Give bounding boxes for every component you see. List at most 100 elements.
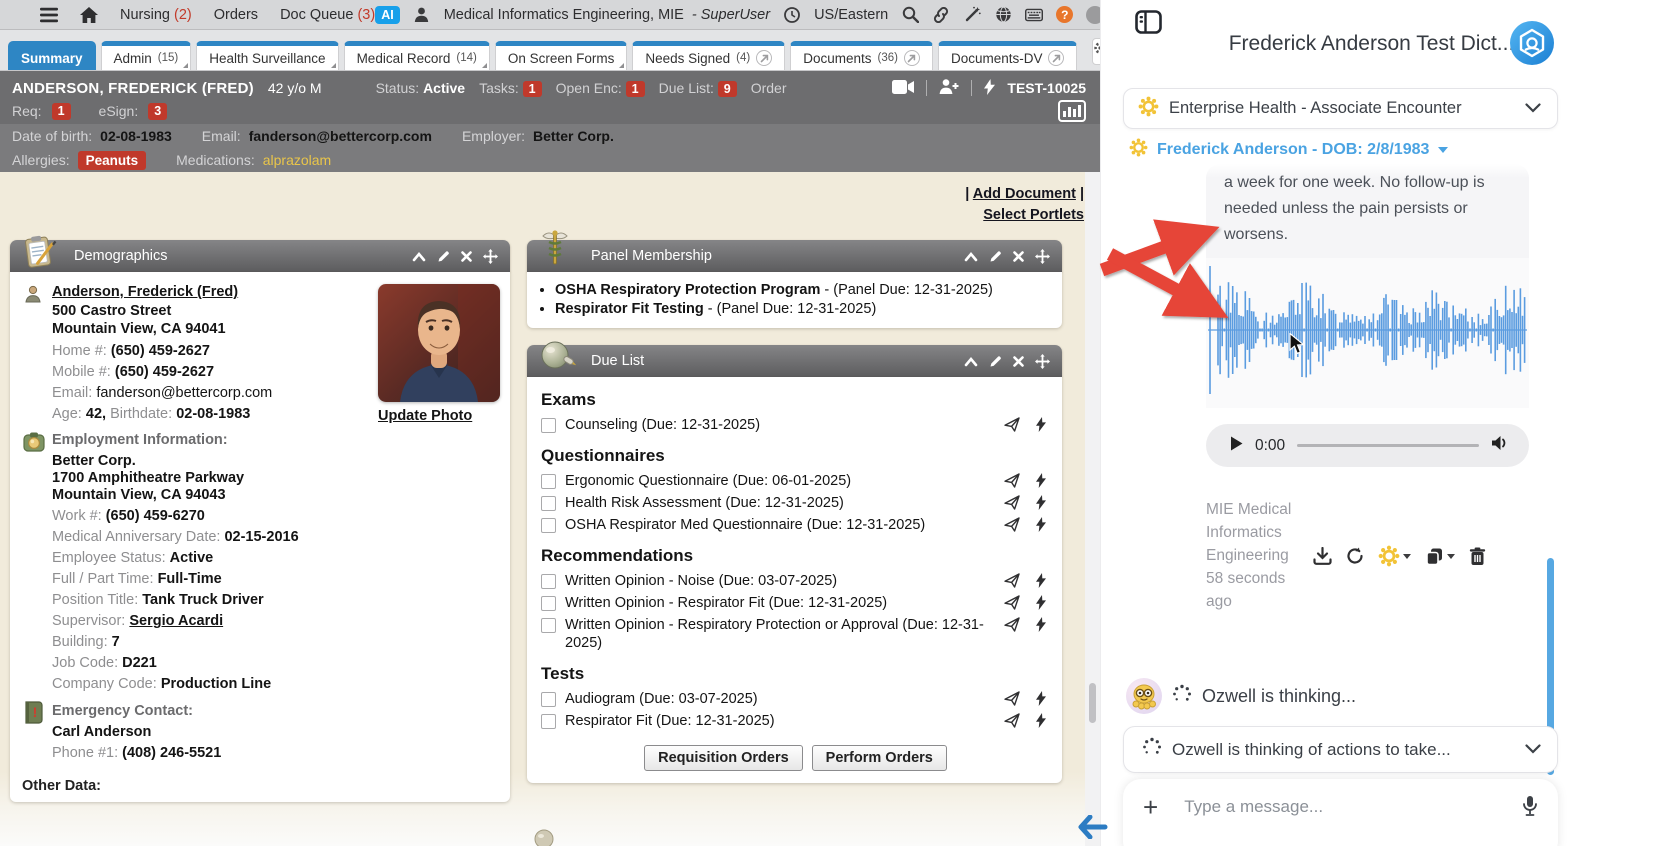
due-item-checkbox[interactable] bbox=[541, 596, 556, 611]
tab-documents-dv[interactable]: Documents-DV bbox=[938, 41, 1078, 70]
due-item-checkbox[interactable] bbox=[541, 574, 556, 589]
ozwell-logo[interactable] bbox=[1509, 20, 1555, 66]
collapse-icon[interactable] bbox=[964, 356, 978, 367]
chevron-down-icon[interactable] bbox=[1525, 100, 1541, 118]
quick-action-bolt-icon[interactable] bbox=[984, 79, 995, 98]
add-person-icon[interactable] bbox=[939, 79, 959, 97]
requisition-orders-button[interactable]: Requisition Orders bbox=[644, 745, 803, 771]
medications-value[interactable]: alprazolam bbox=[263, 152, 331, 168]
hamburger-menu-icon[interactable] bbox=[40, 6, 58, 24]
quick-order-bolt-icon[interactable] bbox=[1036, 691, 1046, 706]
due-list-count[interactable]: Due List: 9 bbox=[659, 80, 737, 97]
tab-health-surveillance[interactable]: Health Surveillance bbox=[196, 41, 338, 70]
regenerate-icon[interactable] bbox=[1346, 547, 1364, 565]
audio-waveform[interactable] bbox=[1206, 258, 1529, 408]
order-link[interactable]: Order bbox=[751, 80, 787, 96]
quick-order-bolt-icon[interactable] bbox=[1036, 573, 1046, 588]
due-item-checkbox[interactable] bbox=[541, 618, 556, 633]
due-item-checkbox[interactable] bbox=[541, 418, 556, 433]
gear-yellow-menu[interactable] bbox=[1378, 545, 1411, 567]
send-order-icon[interactable] bbox=[1004, 617, 1020, 632]
collapse-sidebar-arrow[interactable] bbox=[1078, 815, 1108, 844]
move-icon[interactable] bbox=[483, 249, 498, 264]
topnav-doc-queue[interactable]: Doc Queue (3) bbox=[280, 7, 375, 23]
help-icon[interactable]: ? bbox=[1056, 6, 1073, 23]
send-order-icon[interactable] bbox=[1004, 713, 1020, 728]
quick-order-bolt-icon[interactable] bbox=[1036, 473, 1046, 488]
topnav-nursing[interactable]: Nursing (2) bbox=[120, 7, 192, 23]
perform-orders-button[interactable]: Perform Orders bbox=[812, 745, 947, 771]
video-visit-icon[interactable] bbox=[892, 80, 914, 97]
ai-badge[interactable]: AI bbox=[375, 6, 400, 24]
search-icon[interactable] bbox=[901, 6, 919, 24]
tab-medical-record[interactable]: Medical Record(14) bbox=[344, 41, 490, 70]
magic-wand-icon[interactable] bbox=[963, 6, 981, 24]
link-icon[interactable] bbox=[932, 6, 950, 24]
play-button[interactable] bbox=[1230, 436, 1243, 456]
due-item-checkbox[interactable] bbox=[541, 474, 556, 489]
sidebar-patient-selector[interactable]: Frederick Anderson - DOB: 2/8/1983 bbox=[1129, 138, 1448, 162]
quick-order-bolt-icon[interactable] bbox=[1036, 517, 1046, 532]
open-enc-count[interactable]: Open Enc: 1 bbox=[556, 80, 645, 97]
collapse-icon[interactable] bbox=[964, 251, 978, 262]
due-item-checkbox[interactable] bbox=[541, 518, 556, 533]
quick-order-bolt-icon[interactable] bbox=[1036, 495, 1046, 510]
tab-documents[interactable]: Documents(36) bbox=[790, 41, 933, 70]
actions-expander[interactable]: Ozwell is thinking of actions to take... bbox=[1123, 726, 1558, 773]
home-icon[interactable] bbox=[80, 6, 98, 24]
delete-icon[interactable] bbox=[1469, 547, 1486, 566]
globe-icon[interactable] bbox=[994, 6, 1012, 24]
close-icon[interactable] bbox=[1013, 356, 1024, 367]
volume-icon[interactable] bbox=[1491, 435, 1509, 456]
due-item-checkbox[interactable] bbox=[541, 714, 556, 729]
quick-order-bolt-icon[interactable] bbox=[1036, 417, 1046, 432]
send-order-icon[interactable] bbox=[1004, 573, 1020, 588]
tab-on-screen-forms[interactable]: On Screen Forms bbox=[495, 41, 628, 70]
tasks-count[interactable]: Tasks: 1 bbox=[479, 80, 542, 97]
download-icon[interactable] bbox=[1313, 547, 1332, 565]
flowsheet-chart-button[interactable] bbox=[1058, 100, 1086, 122]
conversation-title[interactable]: Frederick Anderson Test Dict... bbox=[1229, 32, 1515, 56]
send-order-icon[interactable] bbox=[1004, 495, 1020, 510]
collapse-icon[interactable] bbox=[412, 251, 426, 262]
send-order-icon[interactable] bbox=[1004, 691, 1020, 706]
quick-order-bolt-icon[interactable] bbox=[1036, 617, 1046, 632]
update-photo-link[interactable]: Update Photo bbox=[378, 408, 472, 424]
esign-badge[interactable]: 3 bbox=[148, 103, 167, 120]
tab-needs-signed[interactable]: Needs Signed(4) bbox=[632, 41, 785, 70]
add-document-link[interactable]: Add Document bbox=[973, 186, 1076, 202]
due-item-checkbox[interactable] bbox=[541, 692, 556, 707]
mic-icon[interactable] bbox=[1522, 795, 1538, 822]
audio-seek-slider[interactable] bbox=[1297, 444, 1479, 447]
select-portlets-link[interactable]: Select Portlets bbox=[983, 207, 1084, 223]
send-order-icon[interactable] bbox=[1004, 517, 1020, 532]
attach-button[interactable]: + bbox=[1143, 794, 1158, 820]
copy-menu[interactable] bbox=[1425, 547, 1455, 566]
send-order-icon[interactable] bbox=[1004, 473, 1020, 488]
topnav-orders[interactable]: Orders bbox=[214, 7, 258, 23]
edit-icon[interactable] bbox=[989, 250, 1002, 263]
allergy-badge[interactable]: Peanuts bbox=[78, 151, 147, 170]
quick-order-bolt-icon[interactable] bbox=[1036, 595, 1046, 610]
timezone-label[interactable]: US/Eastern bbox=[814, 7, 888, 23]
message-input[interactable]: Type a message... bbox=[1184, 797, 1522, 817]
edit-icon[interactable] bbox=[989, 355, 1002, 368]
move-icon[interactable] bbox=[1035, 249, 1050, 264]
tab-summary[interactable]: Summary bbox=[8, 41, 96, 70]
due-item-checkbox[interactable] bbox=[541, 496, 556, 511]
close-icon[interactable] bbox=[461, 251, 472, 262]
send-order-icon[interactable] bbox=[1004, 417, 1020, 432]
keyboard-icon[interactable] bbox=[1025, 6, 1043, 24]
patient-id-link[interactable]: TEST-10025 bbox=[1007, 80, 1086, 96]
close-icon[interactable] bbox=[1013, 251, 1024, 262]
patient-name-link[interactable]: Anderson, Frederick (Fred) bbox=[52, 284, 238, 300]
supervisor-link[interactable]: Sergio Acardi bbox=[129, 613, 223, 629]
quick-order-bolt-icon[interactable] bbox=[1036, 713, 1046, 728]
chevron-down-icon[interactable] bbox=[1525, 741, 1541, 759]
edit-icon[interactable] bbox=[437, 250, 450, 263]
app-scrollbar-thumb[interactable] bbox=[1089, 683, 1096, 723]
tab-admin[interactable]: Admin(15) bbox=[101, 41, 192, 70]
move-icon[interactable] bbox=[1035, 354, 1050, 369]
req-badge[interactable]: 1 bbox=[52, 103, 71, 120]
send-order-icon[interactable] bbox=[1004, 595, 1020, 610]
